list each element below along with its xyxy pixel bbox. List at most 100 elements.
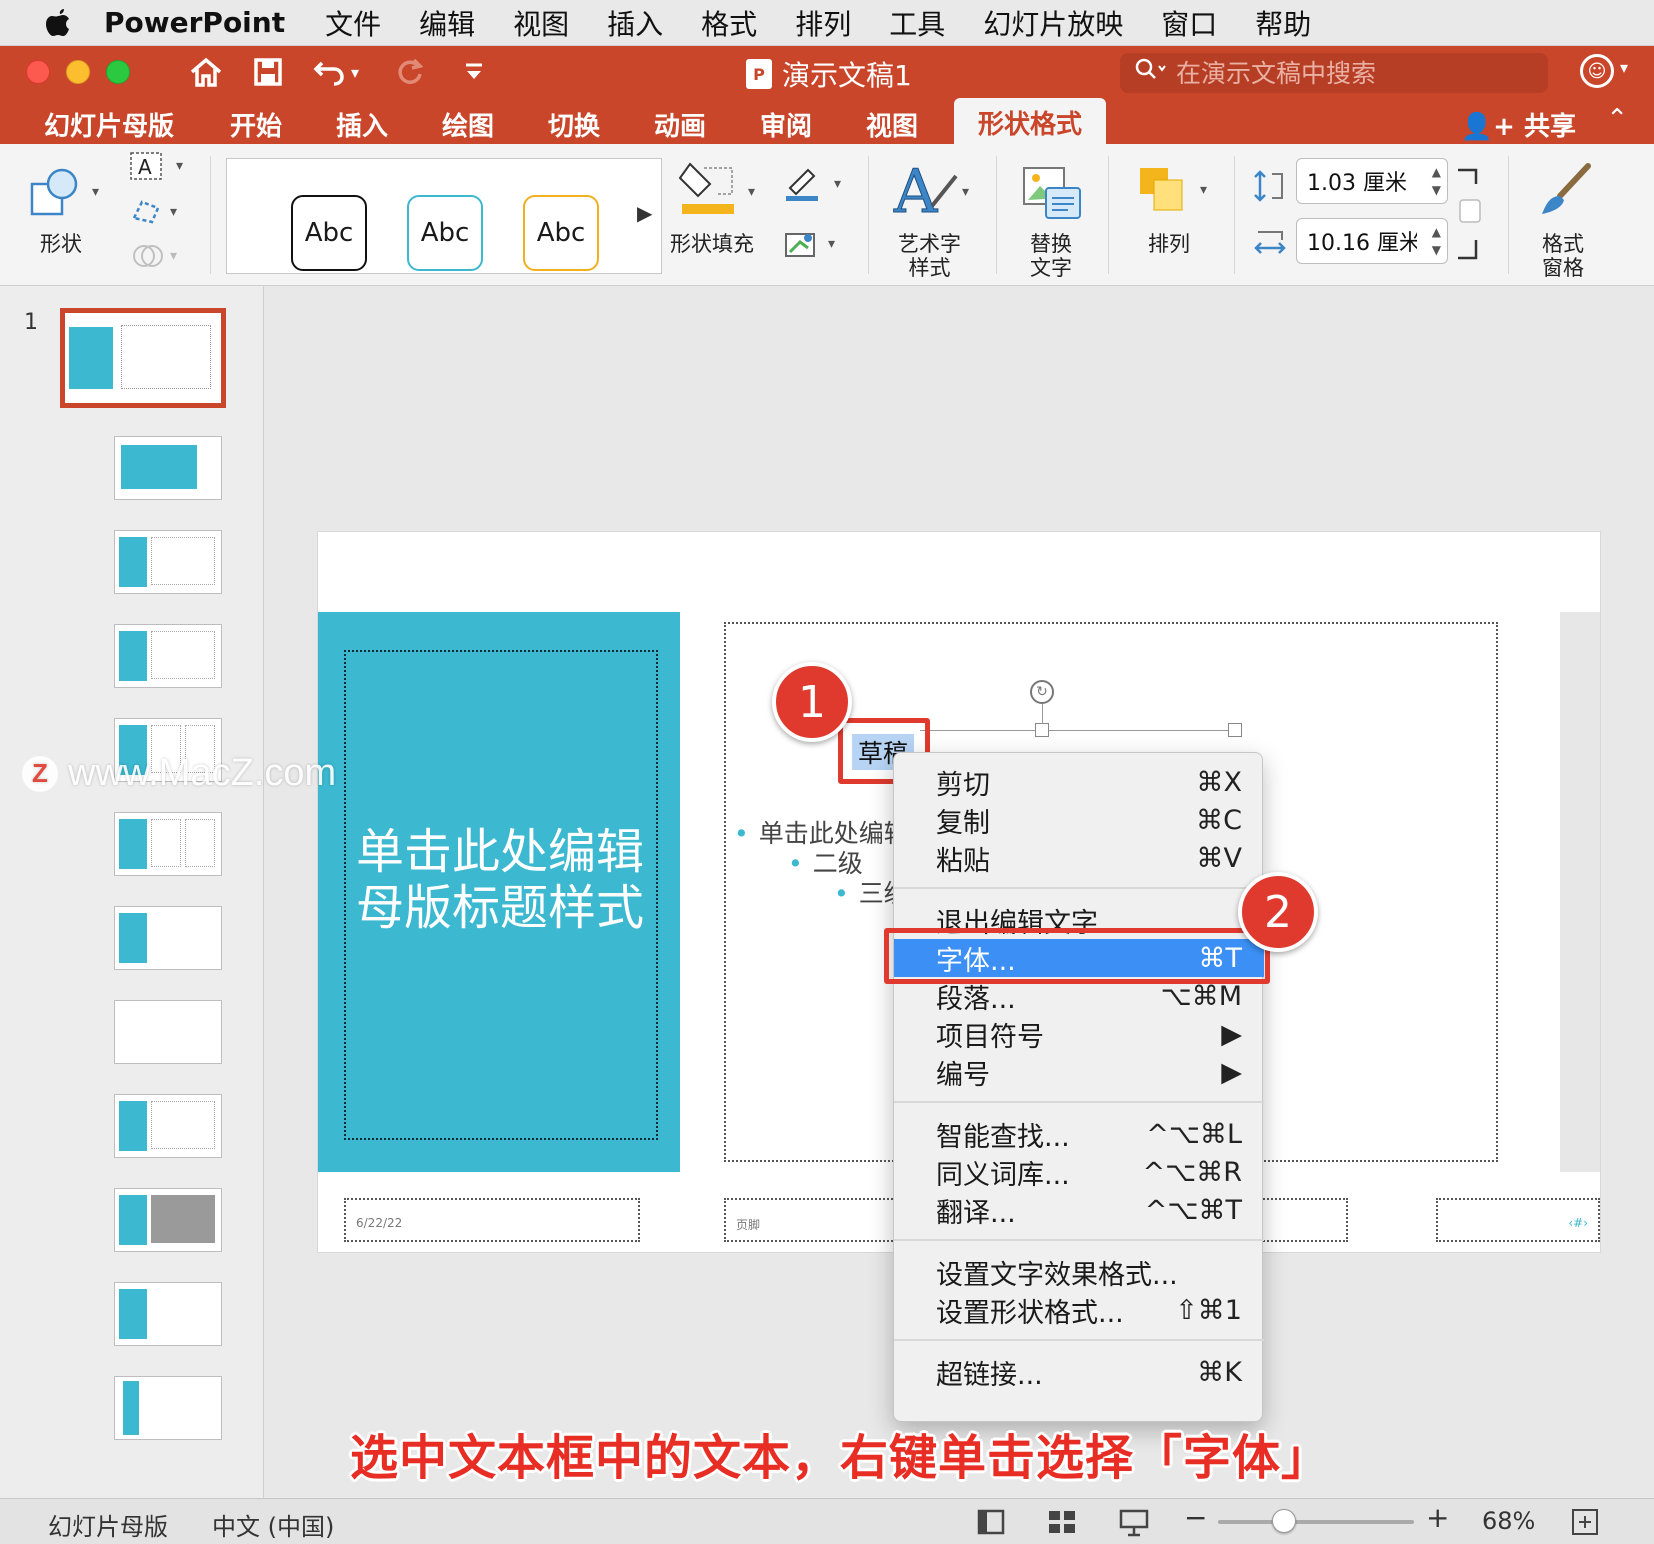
zoom-slider[interactable]: [1218, 1520, 1414, 1524]
search-box[interactable]: [1120, 53, 1548, 93]
thumbnail-layout-6[interactable]: [114, 906, 222, 970]
menu-insert[interactable]: 插入: [607, 3, 663, 43]
arrange-icon[interactable]: [1136, 164, 1196, 220]
menu-slideshow[interactable]: 幻灯片放映: [983, 3, 1123, 43]
menu-item-thesaurus[interactable]: 同义词库... ^⌥⌘R: [894, 1153, 1264, 1191]
thumbnail-master[interactable]: [60, 308, 226, 408]
alt-text-icon[interactable]: [1020, 164, 1084, 226]
collapse-ribbon-icon[interactable]: ⌃: [1606, 104, 1628, 134]
slide-sorter-icon[interactable]: [1046, 1507, 1078, 1543]
date-placeholder[interactable]: 6/22/22: [344, 1198, 640, 1242]
close-window-button[interactable]: [26, 60, 50, 84]
search-input[interactable]: [1176, 58, 1516, 88]
menu-edit[interactable]: 编辑: [419, 3, 475, 43]
shape-style-2[interactable]: Abc: [407, 195, 483, 271]
minimize-window-button[interactable]: [66, 60, 90, 84]
context-menu: 剪切 ⌘X 复制 ⌘C 粘贴 ⌘V 退出编辑文字 字体... ⌘T 段落... ⌥⌘M 项…: [893, 752, 1264, 1422]
menu-item-translate[interactable]: 翻译... ^⌥⌘T: [894, 1191, 1264, 1229]
menu-format[interactable]: 格式: [701, 3, 757, 43]
menu-window[interactable]: 窗口: [1161, 3, 1217, 43]
rotate-handle-icon[interactable]: ↻: [1030, 680, 1054, 704]
menu-arrange[interactable]: 排列: [795, 3, 851, 43]
tab-shape-format[interactable]: 形状格式: [954, 98, 1107, 144]
shape-outline-icon[interactable]: [782, 162, 822, 206]
shape-width-input[interactable]: [1307, 228, 1417, 254]
title-placeholder-text[interactable]: 单击此处编辑母版标题样式: [356, 824, 656, 936]
menu-help[interactable]: 帮助: [1255, 3, 1311, 43]
text-box-icon[interactable]: A: [128, 150, 164, 186]
feedback-smiley-icon[interactable]: ☺: [1580, 54, 1614, 88]
slide-number-placeholder[interactable]: ‹#›: [1436, 1198, 1600, 1242]
undo-dropdown-icon[interactable]: ▾: [342, 52, 368, 92]
menu-view[interactable]: 视图: [513, 3, 569, 43]
shape-outline-dropdown-icon[interactable]: ▾: [834, 176, 841, 192]
shape-fill-dropdown-icon[interactable]: ▾: [748, 184, 755, 200]
shape-dropdown-icon[interactable]: ▾: [92, 184, 99, 200]
normal-view-icon[interactable]: [976, 1507, 1006, 1543]
shape-effects-dropdown-icon[interactable]: ▾: [828, 236, 835, 252]
thumbnail-layout-7[interactable]: [114, 1000, 222, 1064]
edit-shape-icon[interactable]: [128, 196, 164, 230]
svg-text:A: A: [893, 158, 938, 224]
thumbnail-layout-5[interactable]: [114, 812, 222, 876]
thumbnail-layout-2[interactable]: [114, 530, 222, 594]
fit-to-window-icon[interactable]: [1570, 1507, 1600, 1543]
shape-height-input[interactable]: [1307, 168, 1417, 194]
shape-width-field[interactable]: ▲▼: [1296, 218, 1448, 264]
share-button[interactable]: 👤+ 共享: [1461, 106, 1576, 143]
gallery-more-icon[interactable]: ▶: [637, 201, 652, 225]
format-pane-icon[interactable]: [1536, 160, 1596, 224]
save-icon[interactable]: [246, 52, 290, 92]
menu-tools[interactable]: 工具: [889, 3, 945, 43]
text-box-dropdown-icon[interactable]: ▾: [176, 158, 183, 174]
menu-item-cut[interactable]: 剪切 ⌘X: [894, 763, 1264, 801]
arrange-dropdown-icon[interactable]: ▾: [1200, 182, 1207, 198]
merge-shapes-dropdown-icon[interactable]: ▾: [170, 248, 177, 264]
shape-style-3[interactable]: Abc: [523, 195, 599, 271]
thumbnail-layout-8[interactable]: [114, 1094, 222, 1158]
menu-item-format-text-effects[interactable]: 设置文字效果格式...: [894, 1253, 1264, 1291]
thumbnail-layout-11[interactable]: [114, 1376, 222, 1440]
width-stepper-icon[interactable]: ▲ ▼: [1432, 223, 1441, 259]
apple-icon[interactable]: [38, 5, 78, 41]
wordart-dropdown-icon[interactable]: ▾: [962, 184, 969, 200]
search-icon[interactable]: [1134, 57, 1168, 90]
ribbon-divider: [996, 156, 997, 274]
merge-shapes-icon[interactable]: [130, 240, 166, 276]
menu-item-smart-lookup[interactable]: 智能查找... ^⌥⌘L: [894, 1115, 1264, 1153]
thumbnail-layout-10[interactable]: [114, 1282, 222, 1346]
customize-toolbar-icon[interactable]: [452, 52, 496, 92]
resize-handle[interactable]: [1035, 723, 1049, 737]
menu-item-format-shape[interactable]: 设置形状格式... ⇧⌘1: [894, 1291, 1264, 1329]
menu-item-bullets[interactable]: 项目符号 ▶: [894, 1015, 1264, 1053]
thumbnail-layout-3[interactable]: [114, 624, 222, 688]
zoom-percent[interactable]: 68%: [1482, 1507, 1535, 1535]
shape-insert-icon[interactable]: [28, 164, 84, 228]
lock-aspect-ratio-icon[interactable]: [1456, 168, 1482, 268]
zoom-out-button[interactable]: −: [1184, 1501, 1207, 1534]
menu-file[interactable]: 文件: [325, 3, 381, 43]
menu-app-name[interactable]: PowerPoint: [104, 6, 285, 39]
thumbnail-layout-9[interactable]: [114, 1188, 222, 1252]
menu-item-copy[interactable]: 复制 ⌘C: [894, 801, 1264, 839]
status-language[interactable]: 中文 (中国): [212, 1507, 334, 1542]
zoom-in-button[interactable]: +: [1426, 1501, 1449, 1534]
wordart-icon[interactable]: A: [892, 157, 962, 228]
resize-handle[interactable]: [1228, 723, 1242, 737]
home-icon[interactable]: [184, 52, 228, 92]
zoom-slider-thumb[interactable]: [1272, 1509, 1296, 1533]
redo-icon[interactable]: [388, 52, 432, 92]
edit-shape-dropdown-icon[interactable]: ▾: [170, 204, 177, 220]
shape-style-1[interactable]: Abc: [291, 195, 367, 271]
shape-height-field[interactable]: ▲▼: [1296, 158, 1448, 204]
menu-item-numbering[interactable]: 编号 ▶: [894, 1053, 1264, 1091]
zoom-window-button[interactable]: [106, 60, 130, 84]
menu-item-paste[interactable]: 粘贴 ⌘V: [894, 839, 1264, 877]
shape-effects-icon[interactable]: [782, 226, 822, 266]
menu-item-hyperlink[interactable]: 超链接... ⌘K: [894, 1353, 1264, 1391]
thumbnail-layout-1[interactable]: [114, 436, 222, 500]
shape-fill-icon[interactable]: [676, 158, 738, 220]
presenter-view-icon[interactable]: [1118, 1507, 1150, 1543]
height-stepper-icon[interactable]: ▲ ▼: [1432, 163, 1441, 199]
feedback-dropdown-icon[interactable]: ▾: [1620, 58, 1628, 77]
